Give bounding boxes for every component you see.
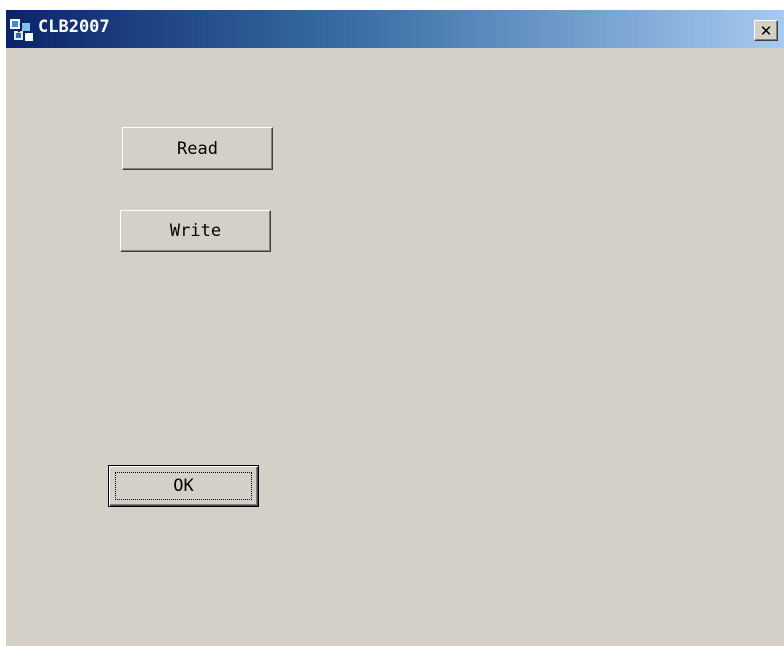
window-title: CLB2007 <box>38 17 110 37</box>
ok-button-label: OK <box>115 472 252 500</box>
close-button[interactable]: ✕ <box>754 20 778 41</box>
dialog-window: CLB2007 ✕ Read Write OK <box>6 10 784 646</box>
title-bar[interactable]: CLB2007 ✕ <box>6 10 784 48</box>
close-icon: ✕ <box>759 21 773 40</box>
write-button[interactable]: Write <box>120 210 271 252</box>
read-button[interactable]: Read <box>122 127 273 170</box>
ok-button[interactable]: OK <box>108 465 259 507</box>
application-icon <box>8 17 36 43</box>
